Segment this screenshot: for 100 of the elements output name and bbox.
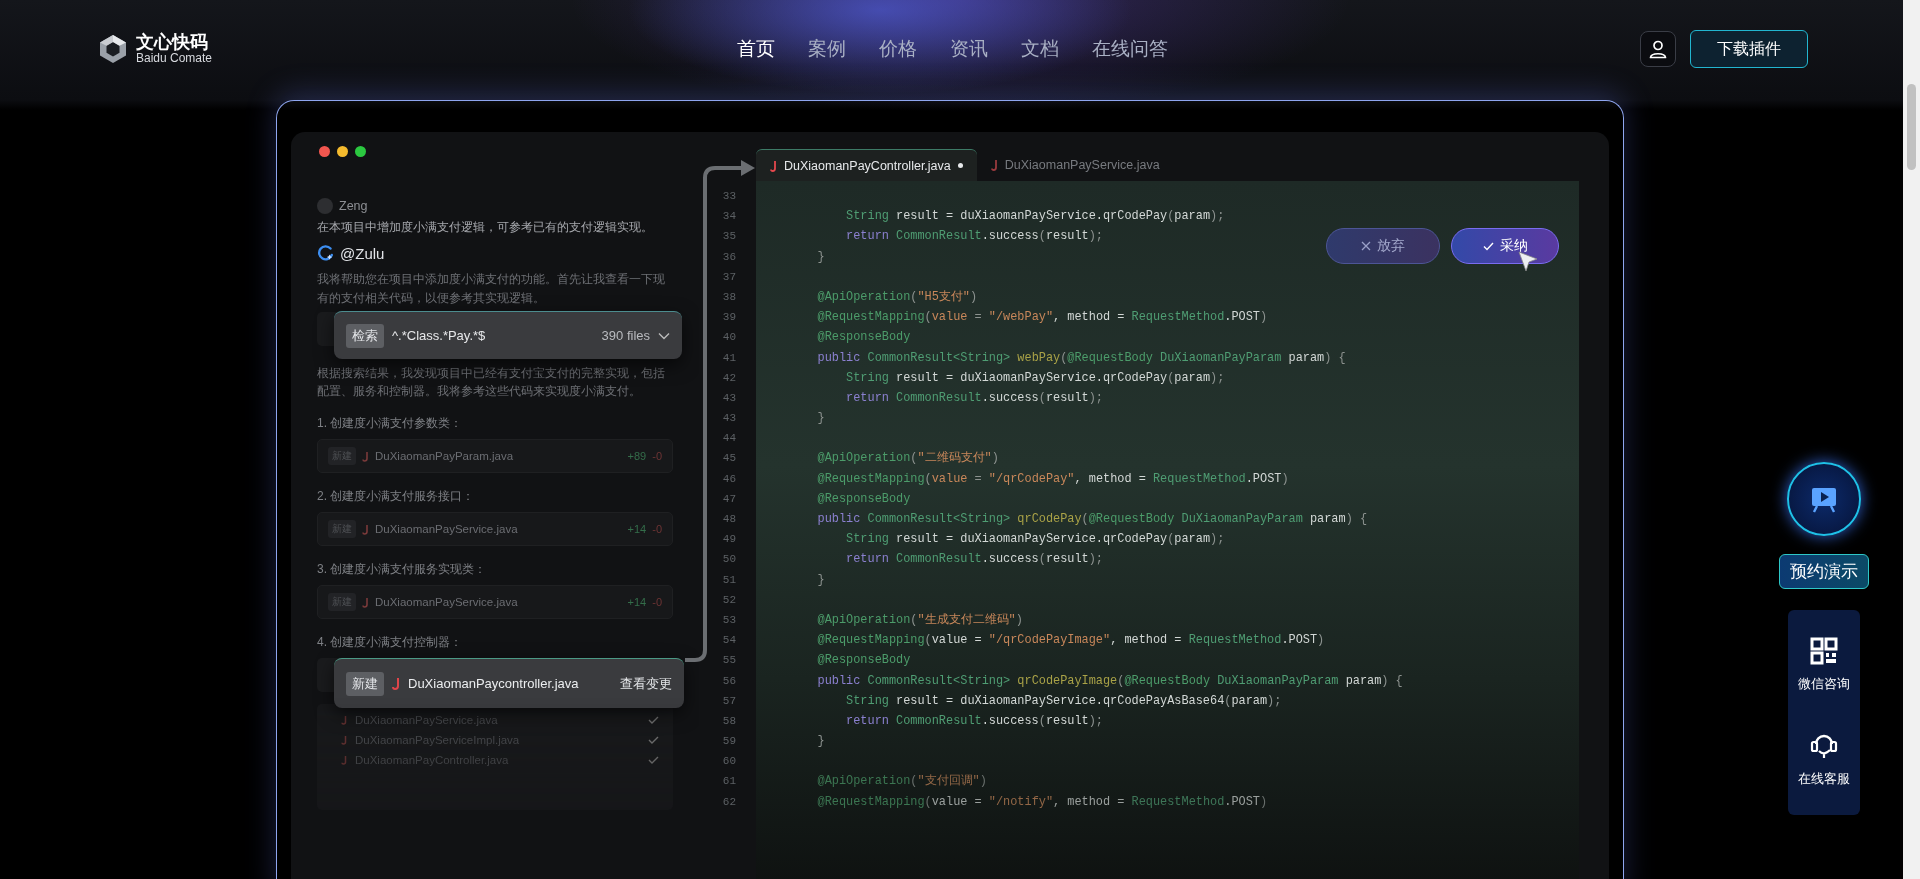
code-line: return CommonResult.success(result); xyxy=(845,229,1103,244)
user-message: 在本项目中增加度小满支付逻辑，可参考已有的支付逻辑实现。 xyxy=(317,219,654,236)
window-zoom-dot[interactable] xyxy=(355,146,366,157)
java-file-icon xyxy=(392,677,400,690)
page-scrollbar[interactable] xyxy=(1903,0,1920,879)
line-number: 40 xyxy=(721,330,736,346)
user-account-button[interactable] xyxy=(1640,31,1676,67)
code-line: @RequestMapping(value = "/webPay", method = RequestMethod.POST) xyxy=(816,310,1268,325)
step-title: 1. 创建度小满支付参数类： xyxy=(317,415,464,431)
code-line: @ResponseBody xyxy=(816,330,911,345)
mouse-cursor-icon xyxy=(1517,250,1539,274)
code-line: @ApiOperation("生成支付二维码") xyxy=(816,612,1023,627)
nav-link[interactable]: 首页 xyxy=(737,36,775,62)
assistant-name: @Zulu xyxy=(340,244,385,262)
code-line: } xyxy=(816,411,825,426)
code-line: @ApiOperation("H5支付") xyxy=(816,289,978,304)
contact-label: 微信咨询 xyxy=(1798,674,1850,693)
line-number: 60 xyxy=(721,754,736,770)
line-number: 50 xyxy=(721,552,736,568)
nav-link[interactable]: 资讯 xyxy=(950,36,988,62)
scrollbar-thumb[interactable] xyxy=(1907,84,1916,170)
code-line: @ResponseBody xyxy=(816,491,911,506)
contact-button[interactable]: 微信咨询 xyxy=(1798,636,1850,693)
code-line: @RequestMapping(value = "/qrCodePayImage", method = RequestMethod.POST) xyxy=(816,633,1325,648)
step-title: 3. 创建度小满支付服务实现类： xyxy=(317,561,488,577)
line-number: 33 xyxy=(721,189,736,204)
assistant-message: 根据搜索结果，我发现项目中已经有支付宝支付的完整实现，包括配置、服务和控制器。我将参考这些代码来实现度小满支付。 xyxy=(317,365,666,400)
line-number: 34 xyxy=(721,209,736,225)
chevron-down-icon[interactable] xyxy=(658,331,670,340)
line-number: 57 xyxy=(721,693,736,709)
accept-button[interactable]: 采纳 xyxy=(1451,228,1559,264)
line-number: 55 xyxy=(721,653,736,669)
line-number: 42 xyxy=(721,370,736,386)
new-tag: 新建 xyxy=(346,671,384,696)
nav-link[interactable]: 在线问答 xyxy=(1092,36,1168,62)
user-avatar xyxy=(317,198,333,214)
line-number: 35 xyxy=(721,229,736,245)
logo-name: 文心快码 xyxy=(136,32,209,53)
lines-added: +89 xyxy=(627,450,647,462)
book-demo-button[interactable]: 预约演示 xyxy=(1779,554,1869,589)
line-number: 45 xyxy=(721,451,736,467)
logo-cube-icon xyxy=(97,33,129,65)
line-number: 59 xyxy=(721,734,736,750)
code-line: return CommonResult.success(result); xyxy=(845,713,1103,728)
line-number: 43 xyxy=(721,390,736,406)
code-line: @RequestMapping(value = "/qrCodePay", method = RequestMethod.POST) xyxy=(816,471,1289,486)
java-file-icon xyxy=(362,523,369,535)
step-title: 2. 创建度小满支付服务接口： xyxy=(317,488,476,504)
step-title: 4. 创建度小满支付控制器： xyxy=(317,634,464,650)
line-number: 58 xyxy=(721,713,736,729)
logo-subtitle: Baidu Comate xyxy=(136,52,213,66)
search-query: ^.*Class.*Pay.*$ xyxy=(392,328,487,343)
assistant-message: 我将帮助您在项目中添加度小满支付的功能。首先让我查看一下现有的支付相关代码，以便参考其实现逻辑。 xyxy=(317,271,666,307)
file-count: 390 files xyxy=(601,328,650,343)
code-line: return CommonResult.success(result); xyxy=(845,390,1103,405)
code-line: } xyxy=(816,249,825,264)
java-file-icon xyxy=(362,450,369,462)
window-close-dot[interactable] xyxy=(319,146,330,157)
user-name: Zeng xyxy=(339,199,368,213)
nav-link[interactable]: 案例 xyxy=(808,36,846,62)
file-name: DuXiaomanPayParam.java xyxy=(375,450,515,462)
assistant-logo-icon xyxy=(317,244,334,262)
line-number: 56 xyxy=(721,673,736,689)
contact-button[interactable]: 在线客服 xyxy=(1798,730,1850,789)
view-changes-link[interactable]: 查看变更 xyxy=(620,674,672,693)
line-number: 46 xyxy=(721,471,736,487)
code-line: @ResponseBody xyxy=(816,653,911,668)
nav-link[interactable]: 文档 xyxy=(1021,36,1059,62)
user-icon xyxy=(1648,39,1668,59)
discard-button[interactable]: 放弃 xyxy=(1326,228,1440,264)
line-number: 54 xyxy=(721,633,736,649)
code-line: String result = duXiaomanPayService.qrCodePay(param); xyxy=(845,532,1225,547)
code-line: @ApiOperation("支付回调") xyxy=(816,774,987,789)
download-plugin-button[interactable]: 下载插件 xyxy=(1690,30,1808,68)
editor-tab[interactable]: DuXiaomanPayController.java xyxy=(756,149,977,181)
line-number: 37 xyxy=(721,269,736,285)
lines-added: +14 xyxy=(627,523,647,535)
code-line: String result = duXiaomanPayService.qrCodePay(param); xyxy=(845,370,1225,385)
code-line: return CommonResult.success(result); xyxy=(845,552,1103,567)
line-number: 49 xyxy=(721,532,736,548)
line-number: 48 xyxy=(721,512,736,527)
code-line: public CommonResult<String> qrCodePay(@RequestBody DuXiaomanPayParam param) { xyxy=(816,512,1368,526)
code-line: } xyxy=(816,572,825,587)
code-line: String result = duXiaomanPayService.qrCodePayAsBase64(param); xyxy=(845,693,1282,708)
search-tag: 检索 xyxy=(346,323,384,348)
line-number: 38 xyxy=(721,289,736,305)
line-number: 51 xyxy=(721,572,736,588)
lines-added: +14 xyxy=(627,596,647,608)
editor-tab[interactable]: DuXiaomanPayService.java xyxy=(976,149,1174,181)
line-number: 53 xyxy=(721,612,736,628)
line-number: 52 xyxy=(721,592,736,608)
java-file-icon xyxy=(990,159,998,171)
java-file-icon xyxy=(362,596,369,608)
play-demo-button[interactable] xyxy=(1787,462,1861,536)
lines-removed: -0 xyxy=(652,450,662,462)
line-number: 41 xyxy=(721,350,736,366)
nav-link[interactable]: 价格 xyxy=(879,36,917,62)
window-minimize-dot[interactable] xyxy=(337,146,348,157)
line-number: 44 xyxy=(721,431,736,447)
file-name: DuXiaomanPayService.java xyxy=(375,596,519,608)
